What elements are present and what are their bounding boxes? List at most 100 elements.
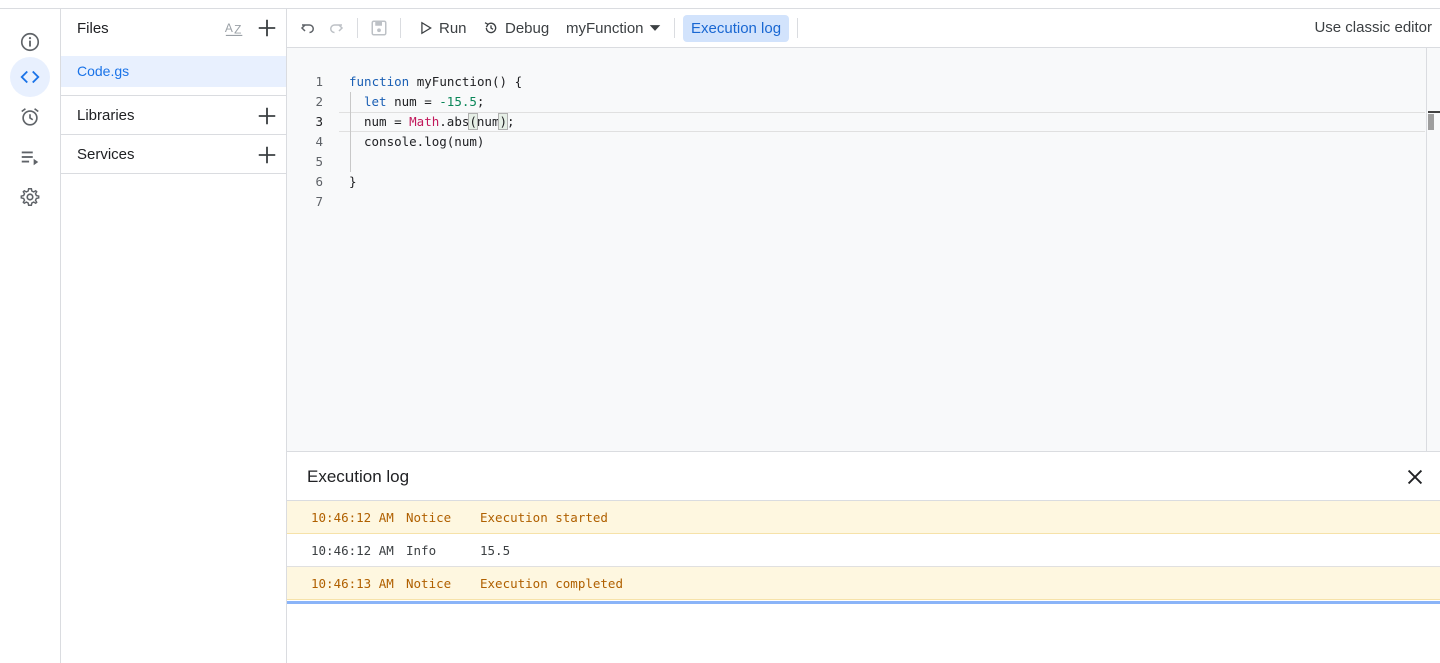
save-button[interactable] bbox=[367, 16, 391, 40]
code-icon bbox=[20, 70, 40, 84]
bracket-match: ) bbox=[498, 113, 508, 130]
left-nav-rail bbox=[0, 9, 61, 663]
run-label: Run bbox=[439, 19, 467, 37]
log-row: 10:46:12 AM Info 15.5 bbox=[287, 534, 1440, 567]
libraries-section[interactable]: Libraries bbox=[61, 95, 286, 134]
editor-toolbar: Run Debug myFunction Execution log Use c… bbox=[287, 9, 1440, 48]
play-icon bbox=[421, 21, 432, 35]
line-number: 2 bbox=[315, 94, 323, 109]
code-line-4: console.log(num) bbox=[364, 134, 485, 149]
log-progress-bar bbox=[287, 601, 1440, 604]
code-text: ; bbox=[507, 114, 515, 129]
scrollbar-thumb[interactable] bbox=[1428, 114, 1434, 130]
toolbar-separator bbox=[797, 18, 798, 38]
settings-rail-button[interactable] bbox=[10, 177, 50, 217]
class-name: Math bbox=[409, 114, 440, 129]
sort-files-button[interactable]: A Z bbox=[223, 17, 247, 41]
code-text: ; bbox=[476, 94, 485, 109]
svg-text:Z: Z bbox=[234, 23, 241, 37]
toolbar-separator bbox=[357, 18, 358, 38]
log-level: Info bbox=[406, 543, 437, 558]
execution-log-title: Execution log bbox=[307, 467, 410, 486]
editor-scrollbar[interactable] bbox=[1426, 48, 1440, 451]
use-classic-editor-button[interactable]: Use classic editor bbox=[1314, 19, 1432, 36]
apps-script-editor: Files A Z Code.gs Libraries Services Run… bbox=[0, 0, 1440, 663]
log-level: Notice bbox=[406, 576, 452, 591]
execution-log-panel: Execution log 10:46:12 AM Notice Executi… bbox=[287, 451, 1440, 663]
executions-rail-button[interactable] bbox=[10, 137, 50, 177]
code-text: .abs bbox=[439, 114, 470, 129]
line-number: 1 bbox=[315, 74, 323, 89]
number-literal: -15.5 bbox=[439, 94, 477, 109]
log-message: Execution started bbox=[480, 510, 608, 525]
sort-az-icon: A Z bbox=[225, 21, 243, 37]
libraries-label: Libraries bbox=[77, 107, 135, 124]
add-icon bbox=[258, 107, 276, 125]
debug-button[interactable]: Debug bbox=[483, 16, 549, 40]
gear-icon bbox=[20, 188, 40, 206]
keyword: let bbox=[364, 94, 387, 109]
code-text: num = bbox=[364, 114, 410, 129]
line-number: 3 bbox=[315, 114, 323, 129]
services-section[interactable]: Services bbox=[61, 134, 286, 173]
redo-button[interactable] bbox=[324, 16, 348, 40]
redo-icon bbox=[330, 24, 344, 34]
code-line-6: } bbox=[349, 174, 357, 189]
toolbar-separator bbox=[400, 18, 401, 38]
services-label: Services bbox=[77, 146, 135, 163]
line-number: 7 bbox=[315, 194, 323, 209]
code-line-1: function myFunction() { bbox=[349, 72, 522, 92]
triggers-rail-button[interactable] bbox=[10, 97, 50, 137]
execution-log-toggle[interactable]: Execution log bbox=[683, 15, 790, 42]
svg-text:A: A bbox=[225, 21, 233, 35]
add-library-button[interactable] bbox=[255, 104, 279, 128]
file-item-code-gs[interactable]: Code.gs bbox=[61, 56, 286, 87]
editor-rail-button[interactable] bbox=[10, 57, 50, 97]
add-icon bbox=[258, 19, 276, 37]
overview-rail-button[interactable] bbox=[10, 22, 50, 62]
code-text: num bbox=[476, 114, 500, 129]
add-service-button[interactable] bbox=[255, 143, 279, 167]
section-divider bbox=[61, 173, 286, 174]
info-icon bbox=[20, 32, 40, 52]
close-icon bbox=[1407, 469, 1423, 485]
log-time: 10:46:12 AM bbox=[311, 543, 394, 558]
debug-label: Debug bbox=[505, 19, 550, 37]
line-number: 6 bbox=[315, 174, 323, 189]
log-level: Notice bbox=[406, 510, 452, 525]
log-time: 10:46:13 AM bbox=[311, 576, 394, 591]
log-time: 10:46:12 AM bbox=[311, 510, 394, 525]
code-editor[interactable]: 1 2 3 4 5 6 7 function myFunction() { le… bbox=[287, 48, 1440, 451]
undo-button[interactable] bbox=[296, 16, 320, 40]
indent-guide bbox=[350, 92, 351, 172]
code-text: num = bbox=[386, 94, 440, 109]
file-name: Code.gs bbox=[77, 63, 130, 79]
add-file-button[interactable] bbox=[255, 16, 279, 40]
add-icon bbox=[258, 146, 276, 164]
code-line-2: let num = -15.5; bbox=[364, 92, 484, 112]
executions-icon bbox=[21, 151, 39, 166]
function-select[interactable]: myFunction bbox=[566, 16, 662, 40]
files-panel: Files A Z Code.gs Libraries Services bbox=[61, 9, 287, 663]
top-border bbox=[0, 0, 1440, 9]
keyword: function bbox=[349, 74, 410, 89]
debug-icon bbox=[484, 22, 497, 34]
log-row: 10:46:13 AM Notice Execution completed bbox=[287, 567, 1440, 600]
files-title: Files bbox=[77, 20, 109, 37]
toolbar-separator bbox=[674, 18, 675, 38]
undo-icon bbox=[300, 24, 314, 34]
log-message: 15.5 bbox=[480, 543, 511, 558]
code-line-3: num = Math.abs(num); bbox=[364, 112, 515, 132]
cursor-marker bbox=[1428, 111, 1440, 113]
code-text: myFunction() { bbox=[409, 74, 523, 89]
log-row: 10:46:12 AM Notice Execution started bbox=[287, 501, 1440, 534]
line-number: 4 bbox=[315, 134, 323, 149]
line-number: 5 bbox=[315, 154, 323, 169]
bracket-match: ( bbox=[468, 113, 478, 130]
run-button[interactable]: Run bbox=[419, 16, 467, 40]
log-message: Execution completed bbox=[480, 576, 623, 591]
alarm-clock-icon bbox=[21, 108, 39, 126]
files-header: Files A Z bbox=[61, 9, 286, 49]
function-select-value: myFunction bbox=[566, 19, 644, 37]
close-log-button[interactable] bbox=[1404, 466, 1426, 488]
